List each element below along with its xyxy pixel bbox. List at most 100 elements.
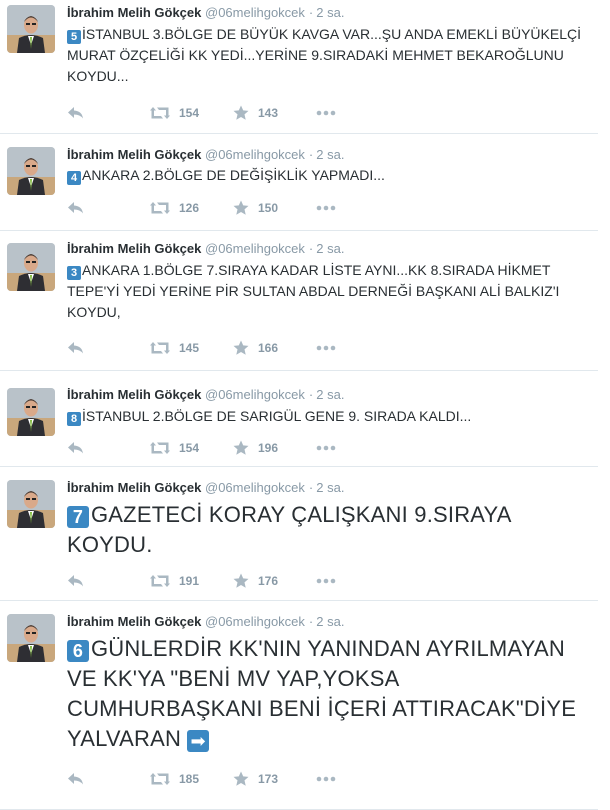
reply-icon[interactable] <box>67 106 85 120</box>
reply-icon[interactable] <box>67 441 85 455</box>
author-name[interactable]: İbrahim Melih Gökçek <box>67 147 201 162</box>
separator-dot: · <box>308 480 314 495</box>
author-handle[interactable]: @06melihgokcek <box>205 5 305 20</box>
favorites-count: 143 <box>258 106 279 120</box>
reply-action[interactable] <box>67 198 85 218</box>
tweet-body: İSTANBUL 3.BÖLGE DE BÜYÜK KAVGA VAR...ŞU… <box>67 26 581 84</box>
retweet-action[interactable]: 154 <box>150 438 199 458</box>
more-action[interactable] <box>316 198 336 218</box>
more-icon[interactable] <box>316 578 336 584</box>
timestamp[interactable]: 2 sa. <box>316 147 344 162</box>
tweet[interactable]: İbrahim Melih Gökçek @06melihgokcek · 2 sa… <box>0 467 598 601</box>
more-icon[interactable] <box>316 110 336 116</box>
retweet-icon[interactable] <box>150 106 170 120</box>
star-icon[interactable] <box>233 200 249 216</box>
keycap-number-badge: 3 <box>67 266 81 280</box>
favorite-action[interactable]: 176 <box>233 571 278 591</box>
retweet-action[interactable]: 154 <box>150 103 199 123</box>
retweet-icon[interactable] <box>150 574 170 588</box>
keycap-number-badge: 8 <box>67 412 81 426</box>
reply-action[interactable] <box>67 438 85 458</box>
avatar[interactable] <box>7 388 55 436</box>
author-name[interactable]: İbrahim Melih Gökçek <box>67 241 201 256</box>
reply-action[interactable] <box>67 103 85 123</box>
retweets-count: 185 <box>179 772 200 786</box>
avatar[interactable] <box>7 480 55 528</box>
tweet-text: 3 ANKARA 1.BÖLGE 7.SIRAYA KADAR LİSTE AYN… <box>67 260 592 323</box>
more-icon[interactable] <box>316 445 336 451</box>
favorite-action[interactable]: 143 <box>233 103 278 123</box>
retweet-icon[interactable] <box>150 341 170 355</box>
author-name[interactable]: İbrahim Melih Gökçek <box>67 5 201 20</box>
tweet-header: İbrahim Melih Gökçek @06melihgokcek · 2 sa… <box>67 5 344 20</box>
keycap-number-badge: 4 <box>67 171 81 185</box>
avatar[interactable] <box>7 147 55 195</box>
star-icon[interactable] <box>233 771 249 787</box>
timestamp[interactable]: 2 sa. <box>316 241 344 256</box>
retweets-count: 154 <box>179 106 200 120</box>
retweet-icon[interactable] <box>150 441 170 455</box>
separator-dot: · <box>308 147 314 162</box>
author-name[interactable]: İbrahim Melih Gökçek <box>67 387 201 402</box>
more-action[interactable] <box>316 769 336 789</box>
tweet-header: İbrahim Melih Gökçek @06melihgokcek · 2 sa… <box>67 147 344 162</box>
favorite-action[interactable]: 173 <box>233 769 278 789</box>
tweet[interactable]: İbrahim Melih Gökçek @06melihgokcek · 2 sa… <box>0 601 598 810</box>
timestamp[interactable]: 2 sa. <box>316 480 344 495</box>
star-icon[interactable] <box>233 573 249 589</box>
tweet[interactable]: İbrahim Melih Gökçek @06melihgokcek · 2 sa… <box>0 0 598 134</box>
reply-icon[interactable] <box>67 772 85 786</box>
more-action[interactable] <box>316 103 336 123</box>
more-action[interactable] <box>316 338 336 358</box>
reply-icon[interactable] <box>67 201 85 215</box>
author-handle[interactable]: @06melihgokcek <box>205 387 305 402</box>
author-handle[interactable]: @06melihgokcek <box>205 241 305 256</box>
avatar[interactable] <box>7 614 55 662</box>
tweet-header: İbrahim Melih Gökçek @06melihgokcek · 2 sa… <box>67 241 344 256</box>
favorite-action[interactable]: 150 <box>233 198 278 218</box>
favorite-action[interactable]: 166 <box>233 338 278 358</box>
star-icon[interactable] <box>233 340 249 356</box>
tweet-header: İbrahim Melih Gökçek @06melihgokcek · 2 sa… <box>67 480 344 495</box>
separator-dot: · <box>308 241 314 256</box>
favorites-count: 176 <box>258 574 279 588</box>
reply-action[interactable] <box>67 338 85 358</box>
reply-action[interactable] <box>67 571 85 591</box>
star-icon[interactable] <box>233 105 249 121</box>
retweets-count: 145 <box>179 341 200 355</box>
retweet-action[interactable]: 145 <box>150 338 199 358</box>
favorite-action[interactable]: 196 <box>233 438 278 458</box>
retweet-action[interactable]: 185 <box>150 769 199 789</box>
reply-icon[interactable] <box>67 341 85 355</box>
retweet-action[interactable]: 126 <box>150 198 199 218</box>
more-icon[interactable] <box>316 345 336 351</box>
author-handle[interactable]: @06melihgokcek <box>205 480 305 495</box>
more-action[interactable] <box>316 438 336 458</box>
more-action[interactable] <box>316 571 336 591</box>
tweet[interactable]: İbrahim Melih Gökçek @06melihgokcek · 2 sa… <box>0 231 598 371</box>
retweet-action[interactable]: 191 <box>150 571 199 591</box>
author-handle[interactable]: @06melihgokcek <box>205 614 305 629</box>
reply-icon[interactable] <box>67 574 85 588</box>
favorites-count: 173 <box>258 772 279 786</box>
tweet[interactable]: İbrahim Melih Gökçek @06melihgokcek · 2 sa… <box>0 371 598 467</box>
timestamp[interactable]: 2 sa. <box>316 5 344 20</box>
author-name[interactable]: İbrahim Melih Gökçek <box>67 614 201 629</box>
tweet[interactable]: İbrahim Melih Gökçek @06melihgokcek · 2 sa… <box>0 134 598 231</box>
tweet-body: İSTANBUL 2.BÖLGE DE SARIGÜL GENE 9. SIRA… <box>82 408 472 424</box>
author-name[interactable]: İbrahim Melih Gökçek <box>67 480 201 495</box>
timestamp[interactable]: 2 sa. <box>316 614 344 629</box>
retweet-icon[interactable] <box>150 772 170 786</box>
star-icon[interactable] <box>233 440 249 456</box>
more-icon[interactable] <box>316 205 336 211</box>
retweet-icon[interactable] <box>150 201 170 215</box>
avatar[interactable] <box>7 5 55 53</box>
tweet-actions: 145 166 <box>67 338 367 358</box>
more-icon[interactable] <box>316 776 336 782</box>
reply-action[interactable] <box>67 769 85 789</box>
tweet-actions: 185 173 <box>67 769 367 789</box>
timestamp[interactable]: 2 sa. <box>316 387 344 402</box>
author-handle[interactable]: @06melihgokcek <box>205 147 305 162</box>
avatar[interactable] <box>7 243 55 291</box>
right-arrow-icon: ➡ <box>187 730 210 752</box>
